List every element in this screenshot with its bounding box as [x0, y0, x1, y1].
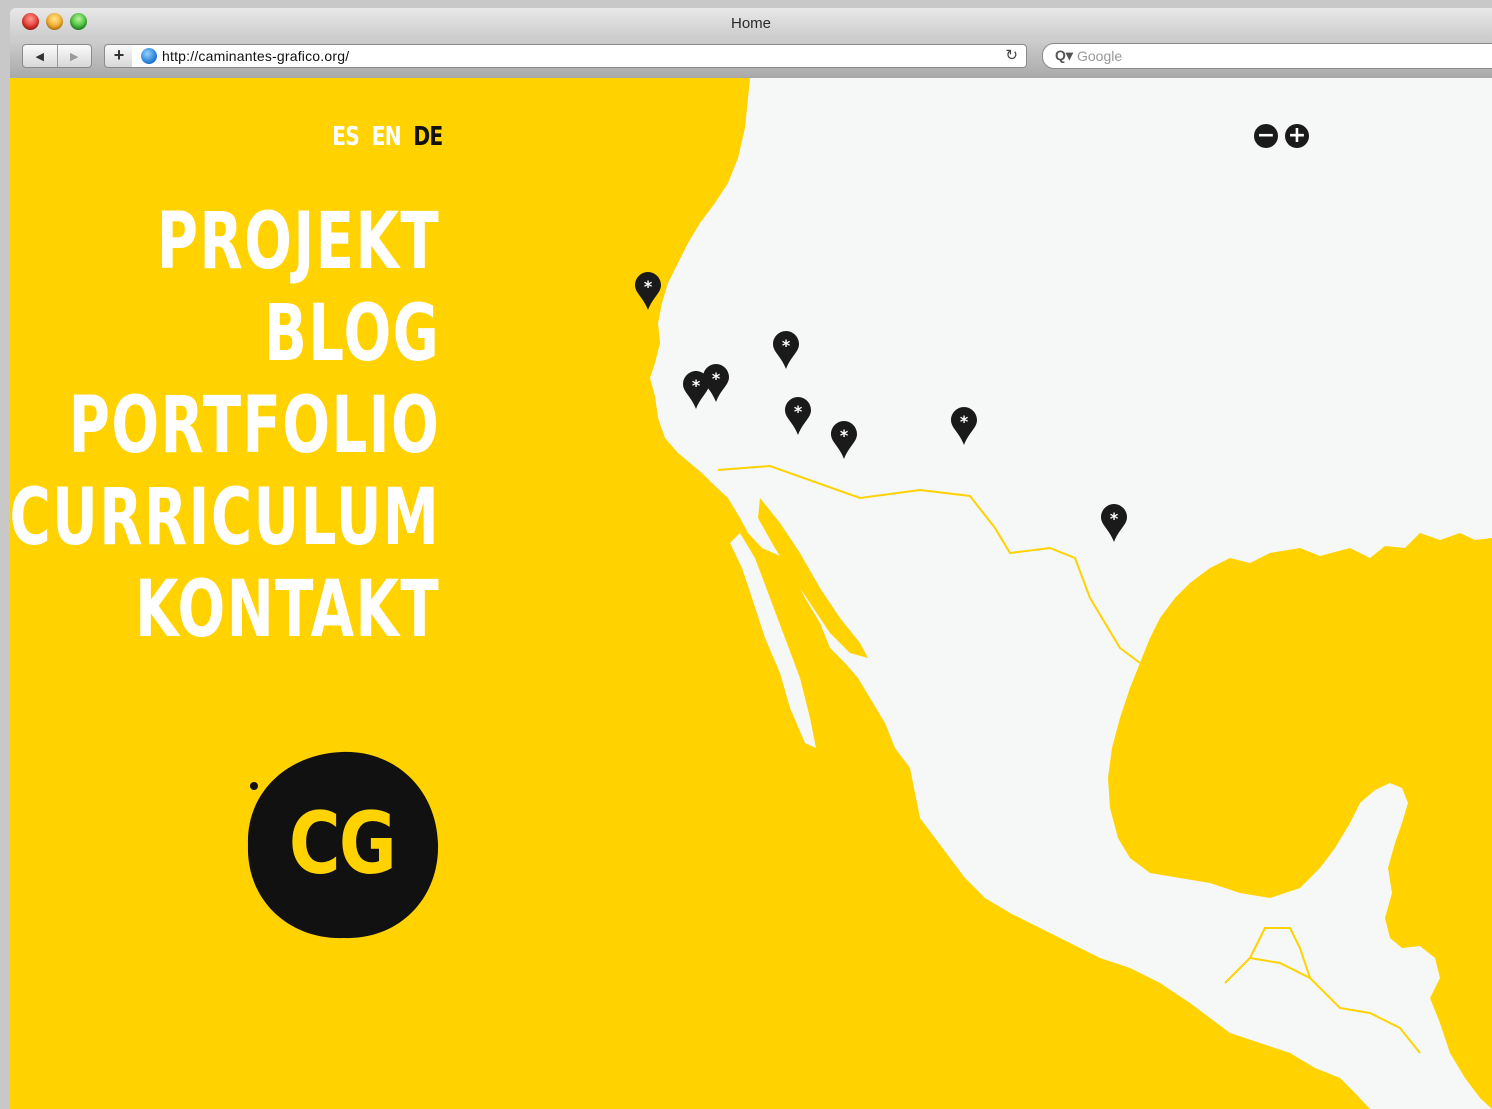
back-button[interactable]: ◀ [23, 45, 57, 67]
map-marker-pin-icon[interactable]: * [950, 406, 978, 446]
svg-text:*: * [1110, 509, 1119, 528]
lang-de[interactable]: DE [413, 122, 443, 152]
lang-en[interactable]: EN [371, 122, 401, 152]
language-switcher: ES EN DE [325, 122, 443, 152]
search-placeholder: Google [1077, 48, 1123, 64]
menu-item-blog[interactable]: BLOG [10, 288, 440, 380]
svg-text:*: * [782, 336, 791, 355]
svg-text:*: * [840, 426, 849, 445]
map-marker-pin-icon[interactable]: * [784, 396, 812, 436]
map-marker-pin-icon[interactable]: * [702, 363, 730, 403]
logo-text: CG [288, 794, 397, 894]
reload-icon[interactable]: ↻ [1005, 46, 1018, 64]
menu-item-curriculum[interactable]: CURRICULUM [10, 472, 440, 564]
globe-icon [141, 48, 157, 64]
land-north-america [650, 78, 1492, 1109]
map-marker-pin-icon[interactable]: * [772, 330, 800, 370]
map-marker-pin-icon[interactable]: * [830, 420, 858, 460]
svg-text:*: * [644, 277, 653, 296]
map-marker-pin-icon[interactable]: * [634, 271, 662, 311]
page-content: − + * * * * * * * * ES EN DE PROJEKT BLOG PORTF… [10, 78, 1492, 1109]
map-marker-pin-icon[interactable]: * [1100, 503, 1128, 543]
zoom-out-button[interactable]: − [1254, 124, 1278, 148]
search-field[interactable]: Q▾ Google [1042, 43, 1492, 69]
menu-item-kontakt[interactable]: KONTAKT [10, 564, 440, 656]
svg-text:*: * [960, 412, 969, 431]
add-bookmark-button[interactable]: + [104, 44, 134, 68]
svg-text:*: * [794, 402, 803, 421]
svg-text:*: * [692, 376, 701, 395]
cg-logo[interactable]: CG [244, 748, 440, 942]
browser-window: Home ◀ ▶ + http://caminantes-grafico.org… [10, 8, 1492, 1109]
forward-button[interactable]: ▶ [56, 45, 92, 67]
url-text[interactable]: http://caminantes-grafico.org/ [162, 48, 349, 64]
main-menu: PROJEKT BLOG PORTFOLIO CURRICULUM KONTAK… [10, 196, 440, 656]
title-bar: Home [10, 8, 1492, 42]
navigation-buttons: ◀ ▶ [22, 44, 92, 68]
browser-toolbar: ◀ ▶ + http://caminantes-grafico.org/ ↻ Q… [10, 38, 1492, 79]
svg-text:*: * [712, 369, 721, 388]
lang-es[interactable]: ES [332, 122, 360, 152]
menu-item-portfolio[interactable]: PORTFOLIO [10, 380, 440, 472]
address-bar[interactable]: http://caminantes-grafico.org/ ↻ [132, 44, 1027, 68]
menu-item-projekt[interactable]: PROJEKT [10, 196, 440, 288]
window-title: Home [730, 15, 771, 32]
search-icon[interactable]: Q▾ [1055, 47, 1073, 64]
zoom-in-button[interactable]: + [1285, 124, 1309, 148]
